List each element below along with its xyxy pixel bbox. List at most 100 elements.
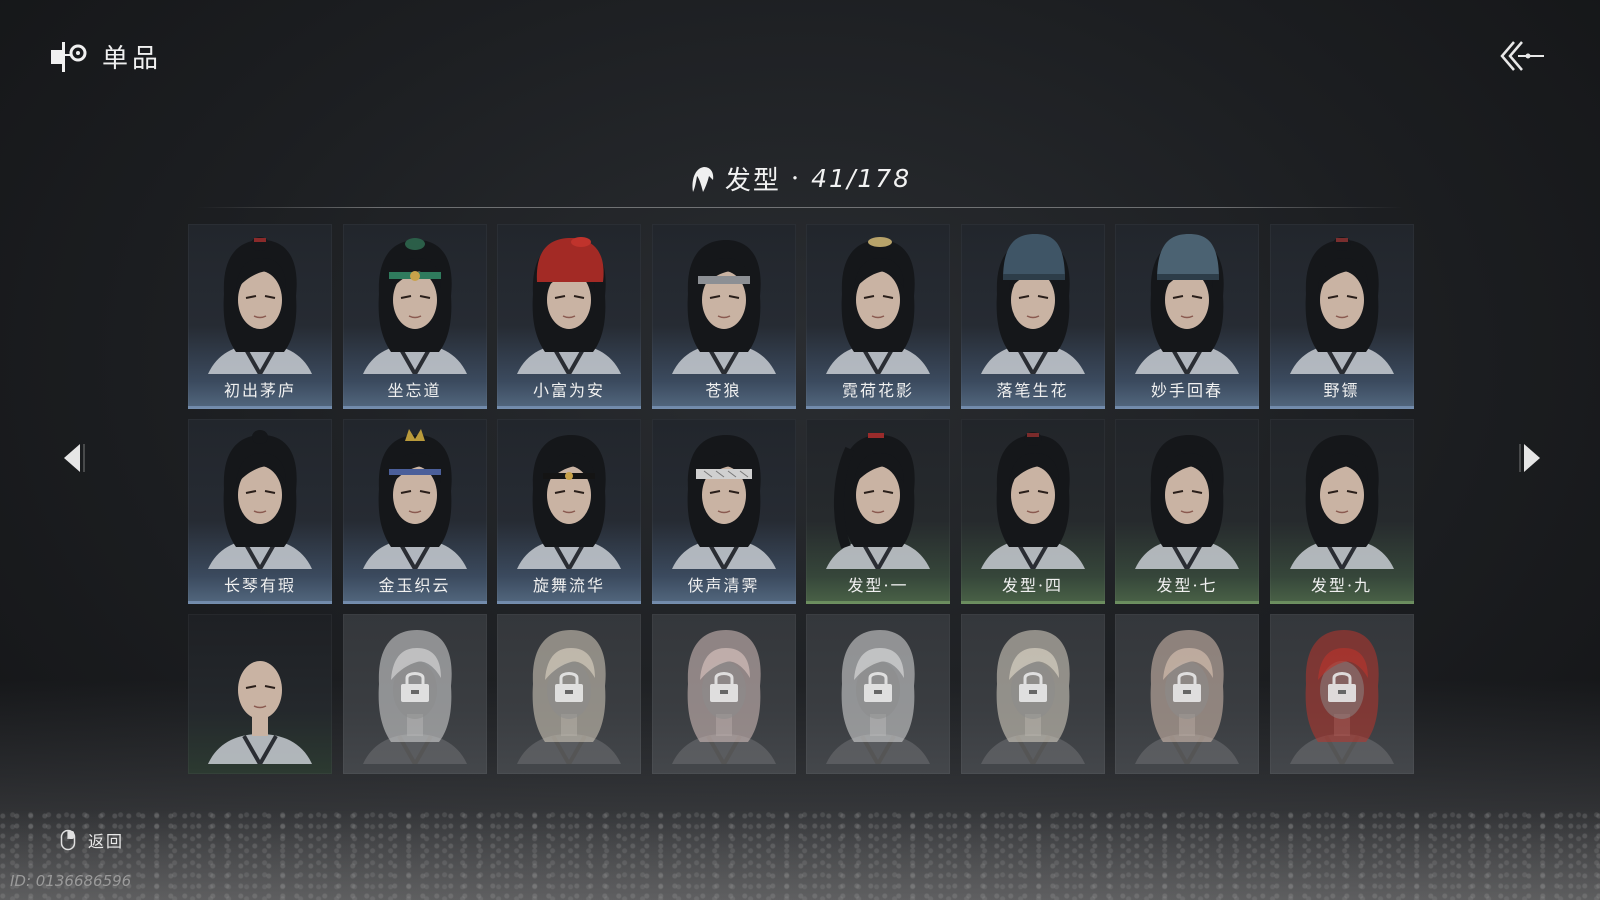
character-portrait xyxy=(1289,630,1394,764)
hairstyle-card[interactable]: 发型·四 xyxy=(960,419,1105,604)
heading-divider xyxy=(196,207,1404,208)
hairstyle-card-locked[interactable] xyxy=(1269,614,1414,774)
double-chevron-back-icon[interactable] xyxy=(1498,36,1548,76)
hairstyle-card[interactable]: 小富为安 xyxy=(497,224,641,409)
character-portrait xyxy=(826,630,930,764)
hairstyle-label: 长琴有瑕 xyxy=(223,576,296,595)
category-count: 41/178 xyxy=(811,164,912,193)
hairstyle-label: 发型·一 xyxy=(847,576,909,595)
character-portrait xyxy=(362,630,467,764)
hairstyle-card[interactable]: 发型·九 xyxy=(1269,419,1414,604)
cap xyxy=(1157,234,1219,280)
hairstyle-card[interactable]: 妙手回春 xyxy=(1115,224,1259,409)
category-name: 发型 xyxy=(724,166,781,196)
hairstyle-card-locked[interactable] xyxy=(806,614,950,774)
hair-tie xyxy=(1335,238,1348,242)
hairstyle-label: 小富为安 xyxy=(532,381,605,400)
hairstyle-card[interactable]: 侠声清霁 xyxy=(651,419,796,604)
hairstyle-card[interactable]: 坐忘道 xyxy=(342,224,487,409)
hairstyle-label: 发型·七 xyxy=(1156,576,1218,595)
hairstyle-label: 发型·四 xyxy=(1001,576,1064,595)
hairstyle-card-locked[interactable] xyxy=(651,614,796,774)
gold-crown xyxy=(404,429,425,441)
hair-tie xyxy=(1026,433,1039,437)
topknot xyxy=(252,430,268,444)
character-portrait xyxy=(671,435,776,569)
page-header: 单品 xyxy=(48,36,162,76)
back-button-label: 返回 xyxy=(88,832,125,851)
character-portrait xyxy=(671,630,776,764)
character-portrait xyxy=(1135,630,1239,764)
hairstyle-card[interactable]: 初出茅庐 xyxy=(188,224,332,409)
cap-band xyxy=(1157,274,1219,280)
headband-gem xyxy=(565,472,573,480)
hairstyle-card[interactable]: 长琴有瑕 xyxy=(188,419,332,604)
hairstyle-label: 苍狼 xyxy=(705,381,742,400)
hairstyle-label: 发型·九 xyxy=(1310,576,1373,595)
player-id: ID: 0136686596 xyxy=(10,872,132,890)
hairstyle-card[interactable]: 落笔生花 xyxy=(960,224,1105,409)
character-portrait xyxy=(826,237,930,374)
character-portrait xyxy=(362,238,467,374)
category-separator: · xyxy=(790,163,802,194)
hairstyle-card[interactable]: 苍狼 xyxy=(651,224,796,409)
character-portrait xyxy=(1289,237,1394,374)
background-ground xyxy=(0,810,1600,900)
character-portrait xyxy=(980,432,1085,569)
character-portrait xyxy=(517,435,621,569)
cap-band xyxy=(1002,274,1065,280)
character-portrait xyxy=(1289,435,1394,569)
hair-tie xyxy=(868,433,884,438)
character-portrait xyxy=(517,237,621,374)
hair-crown xyxy=(404,238,425,250)
bandana-knot xyxy=(571,237,591,247)
page-title: 单品 xyxy=(102,43,163,74)
hairstyle-label: 初出茅庐 xyxy=(223,381,296,400)
headband xyxy=(697,276,750,284)
character-portrait xyxy=(517,630,621,764)
hairstyle-grid: 初出茅庐 坐忘道 小富为安 苍狼 霓荷花影 落笔生花 妙手回春 野镖 长琴有瑕 … xyxy=(188,224,1414,774)
hairstyle-card-locked[interactable] xyxy=(497,614,641,774)
robe-shape xyxy=(208,734,312,764)
hairstyle-label: 野镖 xyxy=(1323,381,1360,400)
hairpin xyxy=(868,237,892,247)
hairstyle-label: 落笔生花 xyxy=(996,381,1069,400)
headband-gem xyxy=(409,271,420,281)
mouse-icon xyxy=(60,829,76,851)
hairstyle-card[interactable]: 发型·一 xyxy=(806,419,950,604)
hair-tie xyxy=(254,238,266,242)
hairstyle-card[interactable]: 野镖 xyxy=(1269,224,1414,409)
triangle-left-icon[interactable] xyxy=(58,440,88,476)
face-shape xyxy=(238,661,282,719)
character-portrait xyxy=(826,433,930,569)
hairstyle-card-locked[interactable] xyxy=(960,614,1105,774)
hairstyle-label: 旋舞流华 xyxy=(532,576,605,595)
hairstyle-card[interactable]: 发型·七 xyxy=(1115,419,1259,604)
character-portrait xyxy=(980,630,1085,764)
hairstyle-card-locked[interactable] xyxy=(342,614,487,774)
hairstyle-label: 霓荷花影 xyxy=(841,381,914,400)
bandana xyxy=(536,238,604,282)
character-portrait xyxy=(208,661,312,764)
hairstyle-card[interactable]: 旋舞流华 xyxy=(497,419,641,604)
game-logo-icon xyxy=(51,42,87,72)
triangle-right-icon[interactable] xyxy=(1516,440,1546,476)
category-heading: 发型 · 41/178 xyxy=(0,160,1600,198)
character-portrait xyxy=(208,237,312,374)
hairstyle-label: 坐忘道 xyxy=(387,381,442,400)
character-portrait xyxy=(671,240,776,374)
back-button[interactable]: 返回 xyxy=(60,828,124,852)
hair-icon xyxy=(692,166,714,192)
cap xyxy=(1002,234,1065,280)
headband xyxy=(388,469,441,475)
character-portrait xyxy=(980,234,1085,374)
hairstyle-label: 金玉织云 xyxy=(378,576,451,595)
character-portrait xyxy=(1135,234,1239,374)
character-portrait xyxy=(1135,435,1239,569)
hairstyle-card-locked[interactable] xyxy=(1115,614,1259,774)
character-portrait xyxy=(362,429,467,569)
hairstyle-card[interactable] xyxy=(188,614,332,774)
hairstyle-card[interactable]: 金玉织云 xyxy=(342,419,487,604)
hairstyle-card[interactable]: 霓荷花影 xyxy=(806,224,950,409)
hairstyle-label: 侠声清霁 xyxy=(687,576,760,595)
